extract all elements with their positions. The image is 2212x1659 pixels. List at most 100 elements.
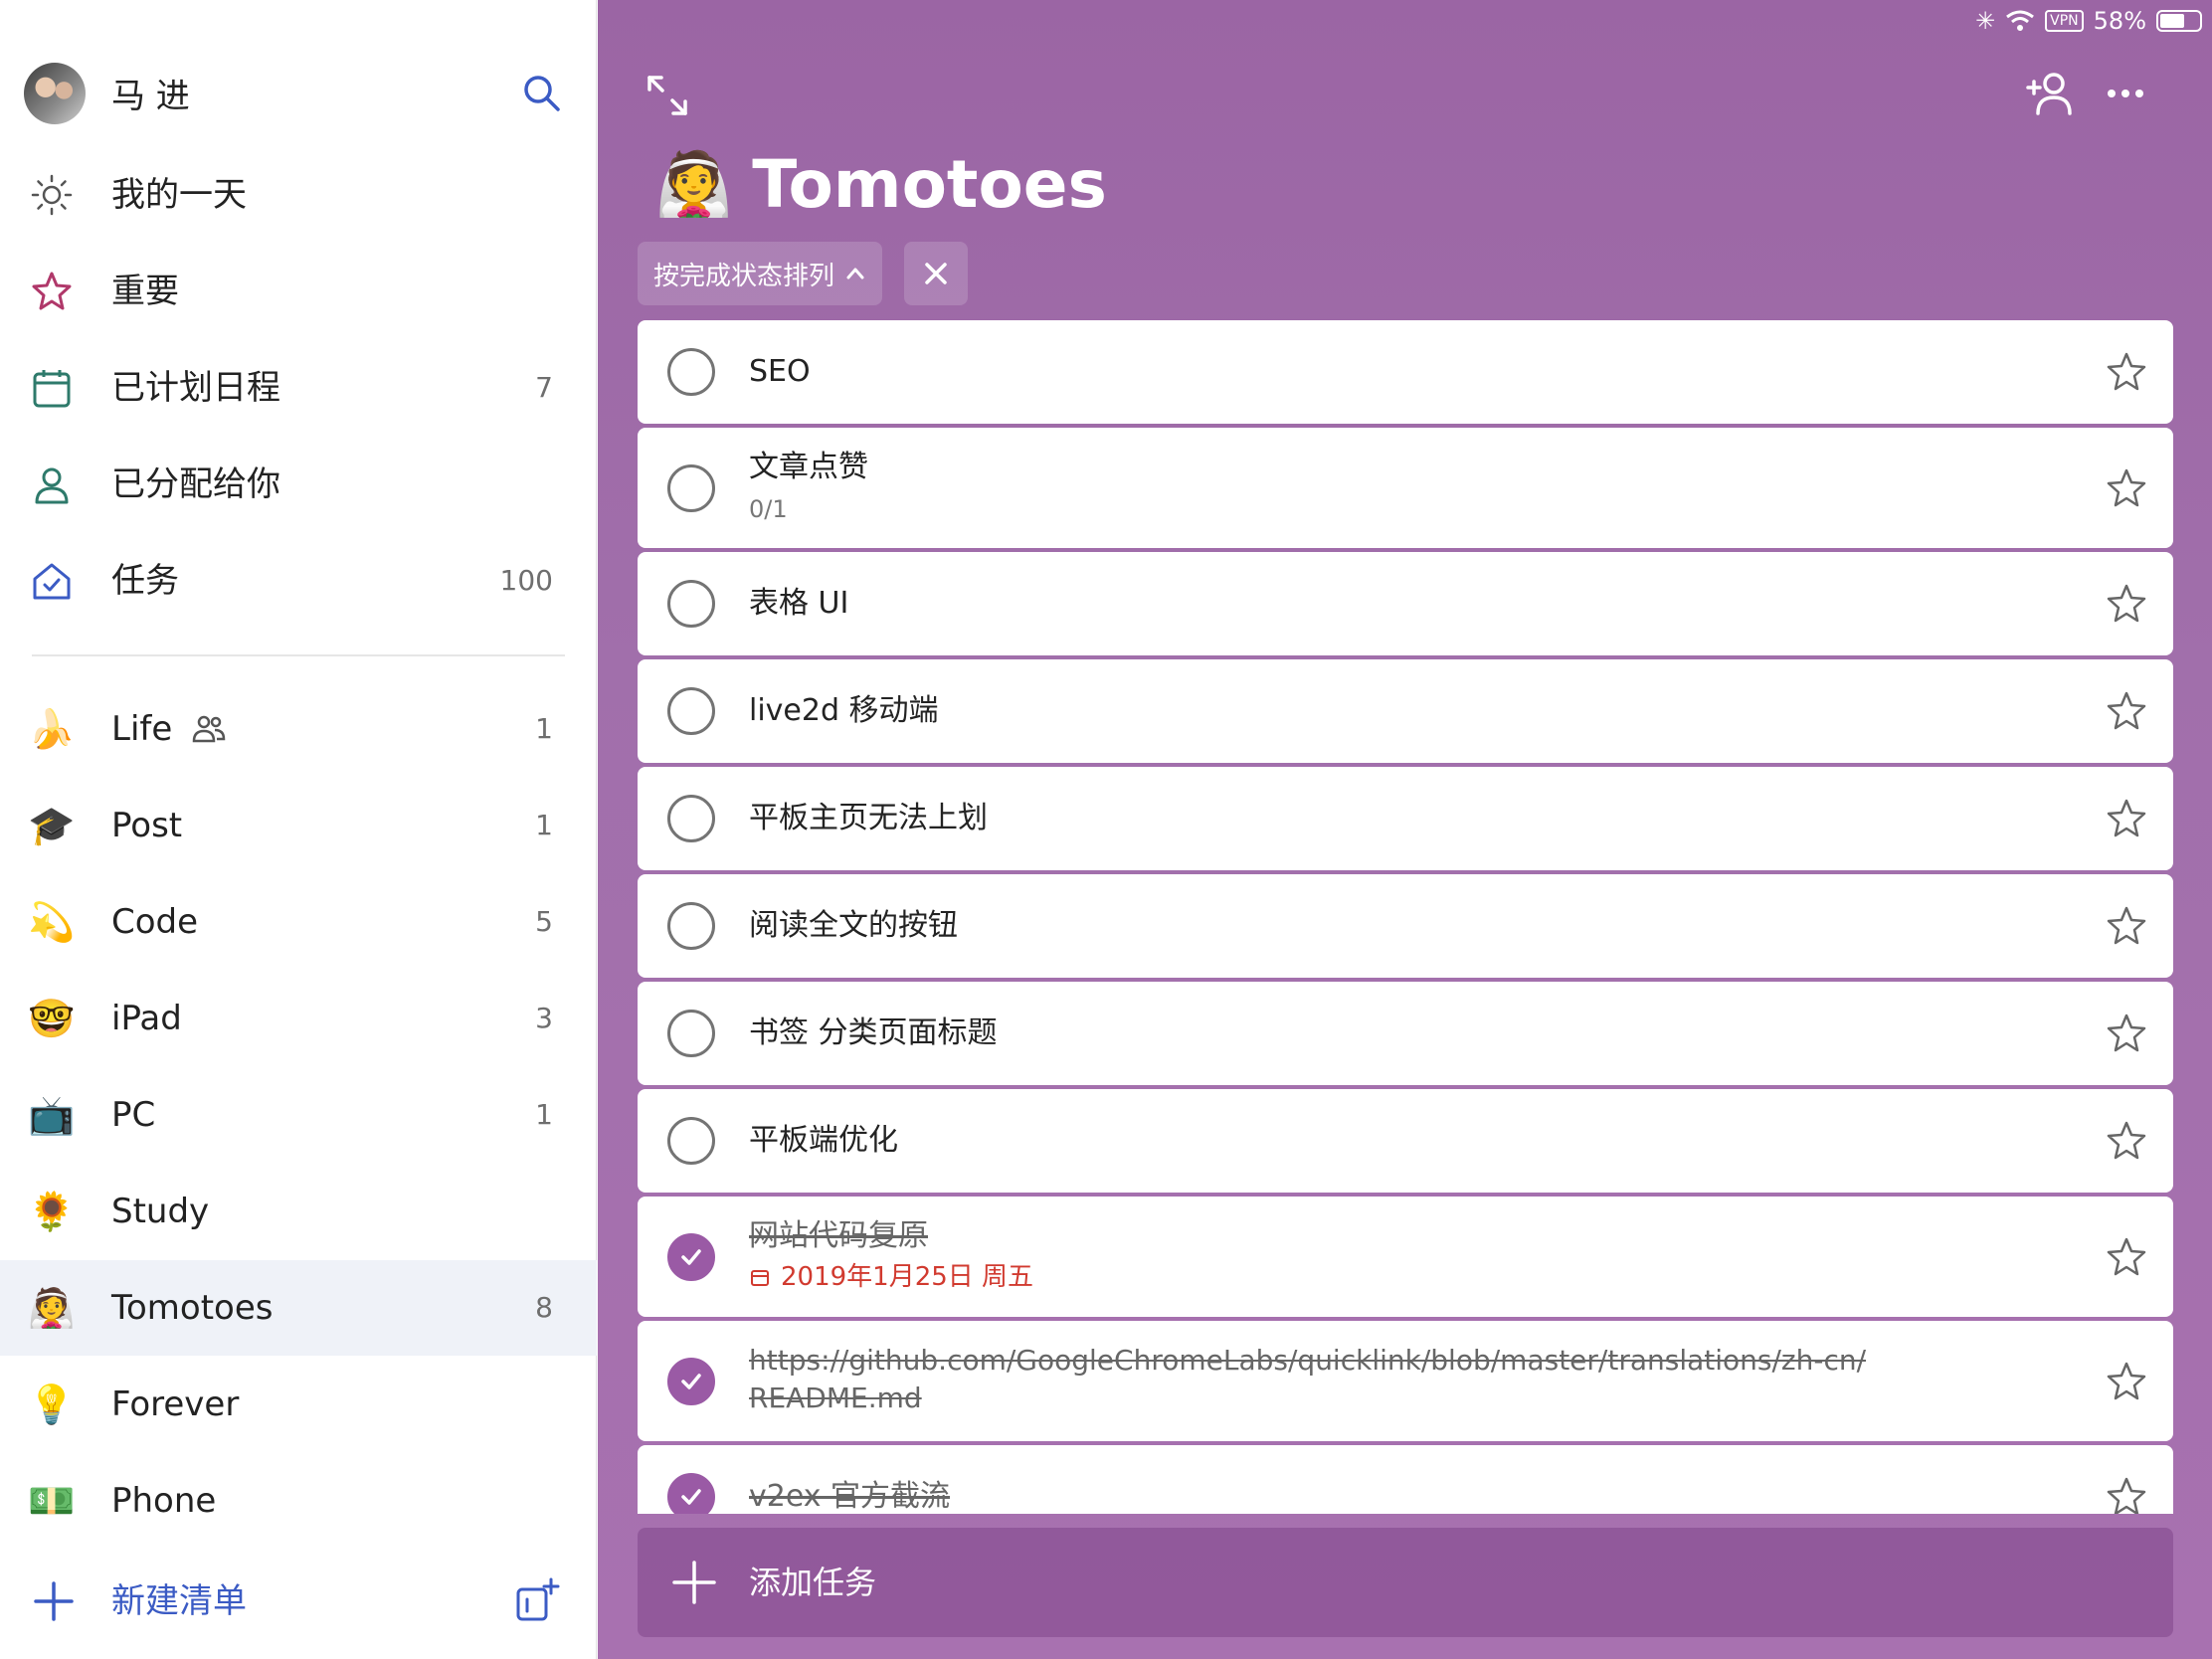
expand-icon[interactable] [645,74,689,117]
star-icon[interactable] [2106,1361,2147,1402]
sidebar-item-phone[interactable]: 💵 Phone [0,1453,597,1549]
sidebar-item-tomotoes[interactable]: 👰 Tomotoes 8 [0,1260,597,1356]
nerd-face-icon: 🤓 [28,997,76,1040]
complete-checkbox[interactable] [667,687,715,735]
task-title-continued: README.md [749,1382,922,1414]
calendar-icon [751,1270,769,1286]
sidebar-item-study[interactable]: 🌻 Study [0,1164,597,1259]
task-row[interactable]: 书签 分类页面标题 [638,982,2173,1085]
more-options-icon[interactable] [2102,70,2149,117]
star-icon[interactable] [2106,690,2147,732]
task-row[interactable]: SEO [638,320,2173,424]
sidebar-item-count: 7 [535,371,553,404]
task-title: live2d 移动端 [749,693,939,728]
close-icon [925,263,947,284]
sidebar-item-planned[interactable]: 已计划日程 7 [0,340,597,436]
task-row[interactable]: 阅读全文的按钮 [638,874,2173,978]
sidebar: 马 进 我的一天 重要 已计划日程 7 已分配给你 任务 100 🍌 Life … [0,0,597,1659]
sidebar-item-life[interactable]: 🍌 Life 1 [0,681,597,777]
complete-checkbox[interactable] [667,1357,715,1405]
money-bill-icon: 💵 [28,1479,76,1523]
checkmark-icon [681,1248,701,1265]
sidebar-item-label: Forever [111,1384,240,1424]
complete-checkbox[interactable] [667,580,715,628]
television-icon: 📺 [28,1093,76,1137]
sidebar-item-code[interactable]: 💫 Code 5 [0,874,597,970]
sidebar-item-label: 已分配给你 [111,464,280,504]
task-row[interactable]: 平板主页无法上划 [638,767,2173,870]
sort-label: 按完成状态排列 [653,261,835,291]
sidebar-item-label: 任务 [111,561,179,601]
star-icon[interactable] [2106,467,2147,509]
sidebar-item-label: Code [111,902,199,942]
status-bar: ✳ VPN 58% [1975,6,2202,36]
home-check-icon [33,563,71,600]
complete-checkbox[interactable] [667,463,715,512]
sidebar-divider [32,654,565,656]
sidebar-item-label: iPad [111,999,182,1038]
sort-button[interactable]: 按完成状态排列 [638,242,883,305]
task-row[interactable]: 文章点赞 0/1 [638,428,2173,548]
sidebar-item-forever[interactable]: 💡 Forever [0,1357,597,1452]
complete-checkbox[interactable] [667,1010,715,1057]
new-group-icon[interactable] [513,1577,561,1625]
avatar[interactable] [24,63,86,124]
sidebar-item-post[interactable]: 🎓 Post 1 [0,778,597,873]
task-row[interactable]: 平板端优化 [638,1089,2173,1193]
sunflower-icon: 🌻 [28,1190,76,1233]
checkmark-icon [681,1373,701,1389]
task-row[interactable]: 表格 UI [638,552,2173,655]
sidebar-item-tasks[interactable]: 任务 100 [0,533,597,629]
star-icon[interactable] [2106,905,2147,947]
task-row[interactable]: https://github.com/GoogleChromeLabs/quic… [638,1321,2173,1441]
sidebar-item-assigned[interactable]: 已分配给你 [0,437,597,532]
star-icon[interactable] [2106,1120,2147,1162]
task-due-text: 2019年1月25日 周五 [781,1262,1034,1292]
sidebar-item-my-day[interactable]: 我的一天 [0,147,597,243]
shared-people-icon [192,715,226,743]
complete-checkbox[interactable] [667,1117,715,1165]
light-bulb-icon: 💡 [28,1382,76,1426]
user-row[interactable]: 马 进 [0,45,597,140]
new-list-row[interactable]: 新建清单 [0,1556,597,1651]
share-add-person-icon[interactable] [2026,70,2074,117]
new-list-button[interactable]: 新建清单 [111,1579,247,1623]
sidebar-item-count: 1 [535,712,553,745]
sidebar-item-label: Post [111,806,183,845]
search-icon[interactable] [519,71,563,114]
star-icon[interactable] [2106,583,2147,625]
sidebar-item-label: PC [111,1095,156,1135]
sidebar-item-pc[interactable]: 📺 PC 1 [0,1067,597,1163]
sidebar-item-count: 1 [535,809,553,841]
complete-checkbox[interactable] [667,1473,715,1514]
task-title: 表格 UI [749,586,849,621]
add-task-bar[interactable]: 添加任务 [638,1528,2173,1637]
main-panel: ✳ VPN 58% 👰 Tomotoes 按完成状态排列 SEO 文章点赞 0/… [598,0,2212,1659]
battery-percent: 58% [2093,7,2146,35]
complete-checkbox[interactable] [667,902,715,950]
sidebar-item-count: 3 [535,1002,553,1034]
star-icon[interactable] [2106,798,2147,839]
task-title: 网站代码复原 [749,1218,928,1253]
complete-checkbox[interactable] [667,1232,715,1281]
star-icon[interactable] [2106,1476,2147,1514]
sidebar-item-label: Tomotoes [111,1288,274,1328]
task-title: 阅读全文的按钮 [749,908,958,943]
star-icon[interactable] [2106,351,2147,393]
task-row[interactable]: 网站代码复原 2019年1月25日 周五 [638,1197,2173,1317]
task-row[interactable]: live2d 移动端 [638,659,2173,763]
complete-checkbox[interactable] [667,795,715,842]
sidebar-item-label: Life [111,709,173,749]
task-row[interactable]: v2ex 官方截流 [638,1445,2173,1514]
complete-checkbox[interactable] [667,348,715,396]
sidebar-item-label: 已计划日程 [111,368,280,408]
task-title: v2ex 官方截流 [749,1479,951,1514]
sidebar-item-ipad[interactable]: 🤓 iPad 3 [0,971,597,1066]
task-title: 平板端优化 [749,1123,898,1158]
star-icon[interactable] [2106,1236,2147,1278]
star-icon[interactable] [2106,1013,2147,1054]
sidebar-item-important[interactable]: 重要 [0,244,597,339]
add-task-input[interactable]: 添加任务 [749,1562,876,1603]
clear-sort-button[interactable] [904,242,968,305]
list-title[interactable]: 👰 Tomotoes [655,139,1107,229]
